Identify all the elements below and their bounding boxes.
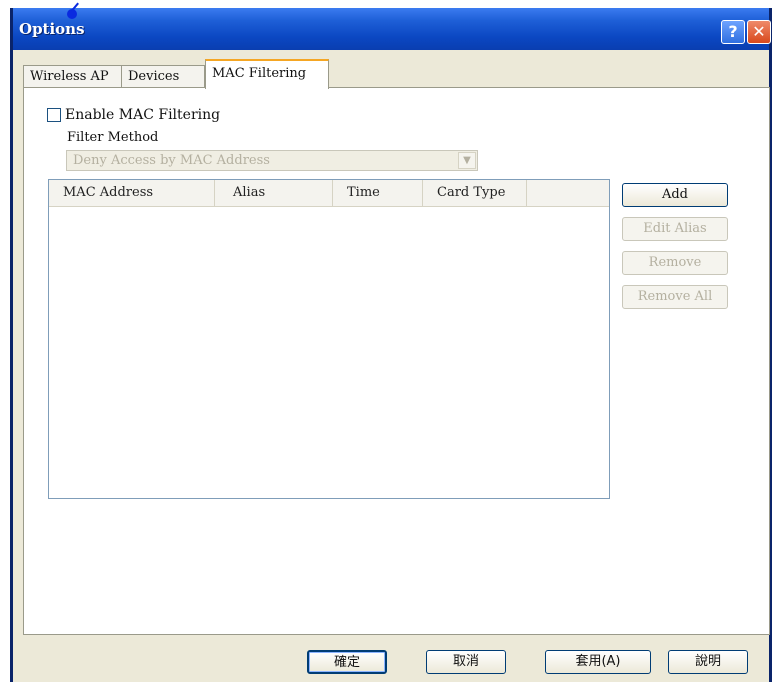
- enable-mac-filtering-row[interactable]: Enable MAC Filtering: [47, 107, 220, 123]
- close-button[interactable]: ✕: [747, 20, 771, 44]
- enable-mac-filtering-label[interactable]: Enable MAC Filtering: [65, 107, 220, 123]
- filter-method-label: Filter Method: [67, 130, 159, 145]
- mac-address-list[interactable]: MAC Address Alias Time Card Type: [48, 179, 610, 499]
- filter-method-select: Deny Access by MAC Address ▼: [66, 150, 478, 171]
- tab-wireless-ap[interactable]: Wireless AP: [23, 65, 123, 87]
- mac-filtering-panel: Enable MAC Filtering Filter Method Deny …: [23, 87, 770, 635]
- options-dialog: Options ? ✕ Wireless AP Devices MAC Filt…: [10, 8, 772, 682]
- enable-mac-filtering-checkbox[interactable]: [47, 108, 61, 122]
- tab-devices[interactable]: Devices: [121, 65, 205, 87]
- column-header-time[interactable]: Time: [333, 180, 423, 206]
- remove-button[interactable]: Remove: [622, 251, 728, 275]
- apply-button[interactable]: 套用(A): [545, 650, 651, 674]
- cancel-button[interactable]: 取消: [426, 650, 506, 674]
- column-header-mac-address[interactable]: MAC Address: [49, 180, 215, 206]
- column-header-alias[interactable]: Alias: [215, 180, 333, 206]
- title-bar[interactable]: Options ? ✕: [13, 8, 771, 50]
- window-title: Options: [19, 20, 85, 38]
- help-button[interactable]: 說明: [668, 650, 748, 674]
- filter-method-value: Deny Access by MAC Address: [73, 153, 270, 168]
- add-button[interactable]: Add: [622, 183, 728, 207]
- chevron-down-icon: ▼: [458, 152, 476, 169]
- edit-alias-button[interactable]: Edit Alias: [622, 217, 728, 241]
- tab-mac-filtering[interactable]: MAC Filtering: [205, 59, 329, 89]
- list-header: MAC Address Alias Time Card Type: [49, 180, 609, 207]
- ok-button[interactable]: 確定: [307, 650, 387, 674]
- remove-all-button[interactable]: Remove All: [622, 285, 728, 309]
- help-title-button[interactable]: ?: [721, 20, 745, 44]
- column-header-card-type[interactable]: Card Type: [423, 180, 527, 206]
